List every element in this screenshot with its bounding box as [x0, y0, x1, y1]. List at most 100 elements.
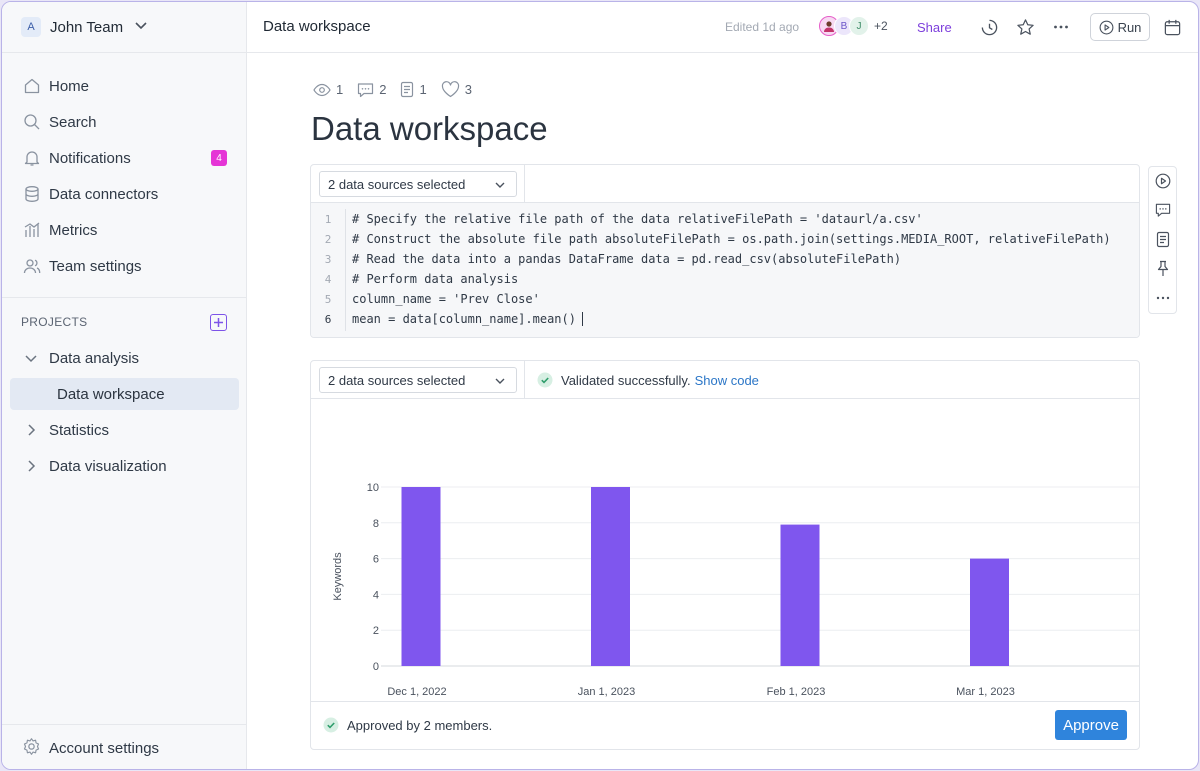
- account-settings-link[interactable]: Account settings: [2, 724, 246, 769]
- share-button[interactable]: Share: [917, 20, 952, 35]
- topbar: Data workspace Edited 1d ago B J +2 Shar…: [247, 2, 1198, 53]
- chevron-right-icon: [23, 423, 39, 437]
- database-icon: [22, 184, 42, 204]
- line-number: 4: [324, 272, 332, 286]
- document-icon[interactable]: [1153, 229, 1173, 249]
- run-block-icon[interactable]: [1153, 171, 1173, 191]
- notification-count-badge: 4: [211, 150, 227, 166]
- tree-folder-data-analysis[interactable]: Data analysis: [2, 340, 246, 376]
- y-tick-label: 2: [373, 625, 379, 637]
- block-toolbar: [1148, 166, 1177, 314]
- code-text: # Read the data into a pandas DataFrame …: [352, 252, 902, 266]
- y-tick-label: 6: [373, 554, 379, 566]
- code-block-header: 2 data sources selected: [311, 165, 1139, 203]
- team-avatar: A: [21, 17, 41, 37]
- run-button[interactable]: Run: [1090, 13, 1150, 41]
- sidebar-item-search[interactable]: Search: [2, 104, 246, 140]
- page-stats: 1 2 1 3: [313, 81, 486, 98]
- sidebar-item-data-connectors[interactable]: Data connectors: [2, 176, 246, 212]
- account-settings-label: Account settings: [49, 739, 160, 757]
- tree-folder-data-visualization[interactable]: Data visualization: [2, 448, 246, 484]
- line-number: 1: [324, 212, 332, 226]
- line-number: 3: [324, 252, 332, 266]
- calendar-icon[interactable]: [1161, 16, 1183, 38]
- sidebar-item-label: Metrics: [49, 221, 98, 239]
- more-collaborators-count: +2: [874, 19, 888, 33]
- breadcrumb: Data workspace: [263, 18, 371, 35]
- avatar: J: [849, 16, 869, 36]
- plus-icon: [214, 317, 223, 327]
- more-options-icon[interactable]: [1050, 16, 1072, 38]
- likes-count: 3: [464, 82, 472, 97]
- sidebar-item-home[interactable]: Home: [2, 68, 246, 104]
- project-tree: Data analysis Data workspace Statistics …: [2, 340, 246, 484]
- home-icon: [22, 76, 42, 96]
- x-tick-label: Feb 1, 2023: [767, 686, 826, 698]
- code-text: column_name = 'Prev Close': [352, 292, 540, 306]
- collaborator-avatars[interactable]: B J +2: [819, 16, 888, 36]
- data-source-select[interactable]: 2 data sources selected: [319, 367, 517, 393]
- comments-stat: 2: [357, 82, 386, 98]
- sidebar-item-team-settings[interactable]: Team settings: [2, 248, 246, 284]
- docs-count: 1: [419, 82, 427, 97]
- history-icon[interactable]: [978, 16, 1000, 38]
- tree-item-label: Data workspace: [57, 385, 165, 403]
- bar: [591, 487, 630, 666]
- eye-icon: [313, 83, 331, 96]
- chart-block-header: 2 data sources selected Validated succes…: [311, 361, 1139, 399]
- code-text: # Construct the absolute file path absol…: [352, 232, 1111, 246]
- tree-folder-statistics[interactable]: Statistics: [2, 412, 246, 448]
- sidebar-item-notifications[interactable]: Notifications 4: [2, 140, 246, 176]
- sidebar-divider: [2, 297, 246, 298]
- add-project-button[interactable]: [210, 313, 227, 331]
- chart-block: 2 data sources selected Validated succes…: [310, 360, 1140, 750]
- team-switcher[interactable]: A John Team: [2, 2, 246, 53]
- chart-block-footer: Approved by 2 members. Approve: [311, 701, 1139, 747]
- sidebar-item-metrics[interactable]: Metrics: [2, 212, 246, 248]
- bar: [780, 524, 820, 666]
- pin-icon[interactable]: [1153, 258, 1173, 278]
- heart-icon: [441, 81, 459, 98]
- comments-count: 2: [379, 82, 387, 97]
- y-tick-label: 0: [373, 661, 379, 673]
- star-icon[interactable]: [1014, 16, 1036, 38]
- chevron-down-icon: [494, 179, 506, 194]
- x-tick-label: Mar 1, 2023: [956, 686, 1015, 698]
- code-line: 1 # Specify the relative file path of the…: [311, 209, 1139, 229]
- edited-timestamp: Edited 1d ago: [725, 20, 800, 34]
- x-tick-label: Dec 1, 2022: [387, 686, 446, 698]
- code-editor[interactable]: 1 # Specify the relative file path of the…: [311, 203, 1139, 337]
- tree-item-data-workspace[interactable]: Data workspace: [10, 378, 239, 410]
- check-circle-icon: [537, 372, 553, 388]
- text-cursor: [581, 312, 583, 326]
- chevron-down-icon: [134, 18, 148, 37]
- code-text: mean = data[column_name].mean(): [352, 312, 576, 326]
- bell-icon: [22, 148, 42, 168]
- comment-icon[interactable]: [1153, 200, 1173, 220]
- more-options-icon[interactable]: [1153, 288, 1173, 308]
- approve-button[interactable]: Approve: [1055, 710, 1127, 740]
- data-source-select[interactable]: 2 data sources selected: [319, 171, 517, 197]
- run-label: Run: [1117, 19, 1142, 35]
- docs-stat: 1: [400, 81, 427, 98]
- code-line: 3 # Read the data into a pandas DataFrame…: [311, 249, 1139, 269]
- validation-status: Validated successfully. Show code: [537, 372, 759, 388]
- line-number: 6: [324, 312, 332, 326]
- app-window: A John Team Home Search Notifications 4: [1, 1, 1199, 770]
- code-line: 2 # Construct the absolute file path abso…: [311, 229, 1139, 249]
- projects-header: PROJECTS: [21, 313, 227, 331]
- bar: [970, 558, 1009, 666]
- likes-stat: 3: [441, 81, 472, 98]
- approval-status: Approved by 2 members.: [323, 717, 492, 733]
- chart-area: 0 2 4 6 8 10 Keywords Dec 1, 2022 Jan 1, 2023 Feb…: [311, 399, 1139, 701]
- show-code-link[interactable]: Show code: [695, 373, 759, 388]
- page-title: Data workspace: [311, 110, 548, 147]
- play-icon: [1099, 20, 1114, 34]
- sidebar-item-label: Search: [49, 113, 97, 131]
- line-number: 2: [324, 232, 332, 246]
- data-source-select-value: 2 data sources selected: [328, 372, 466, 388]
- line-number: 5: [324, 292, 332, 306]
- chevron-down-icon: [494, 375, 506, 390]
- bar: [401, 487, 441, 666]
- tree-folder-label: Statistics: [49, 421, 110, 439]
